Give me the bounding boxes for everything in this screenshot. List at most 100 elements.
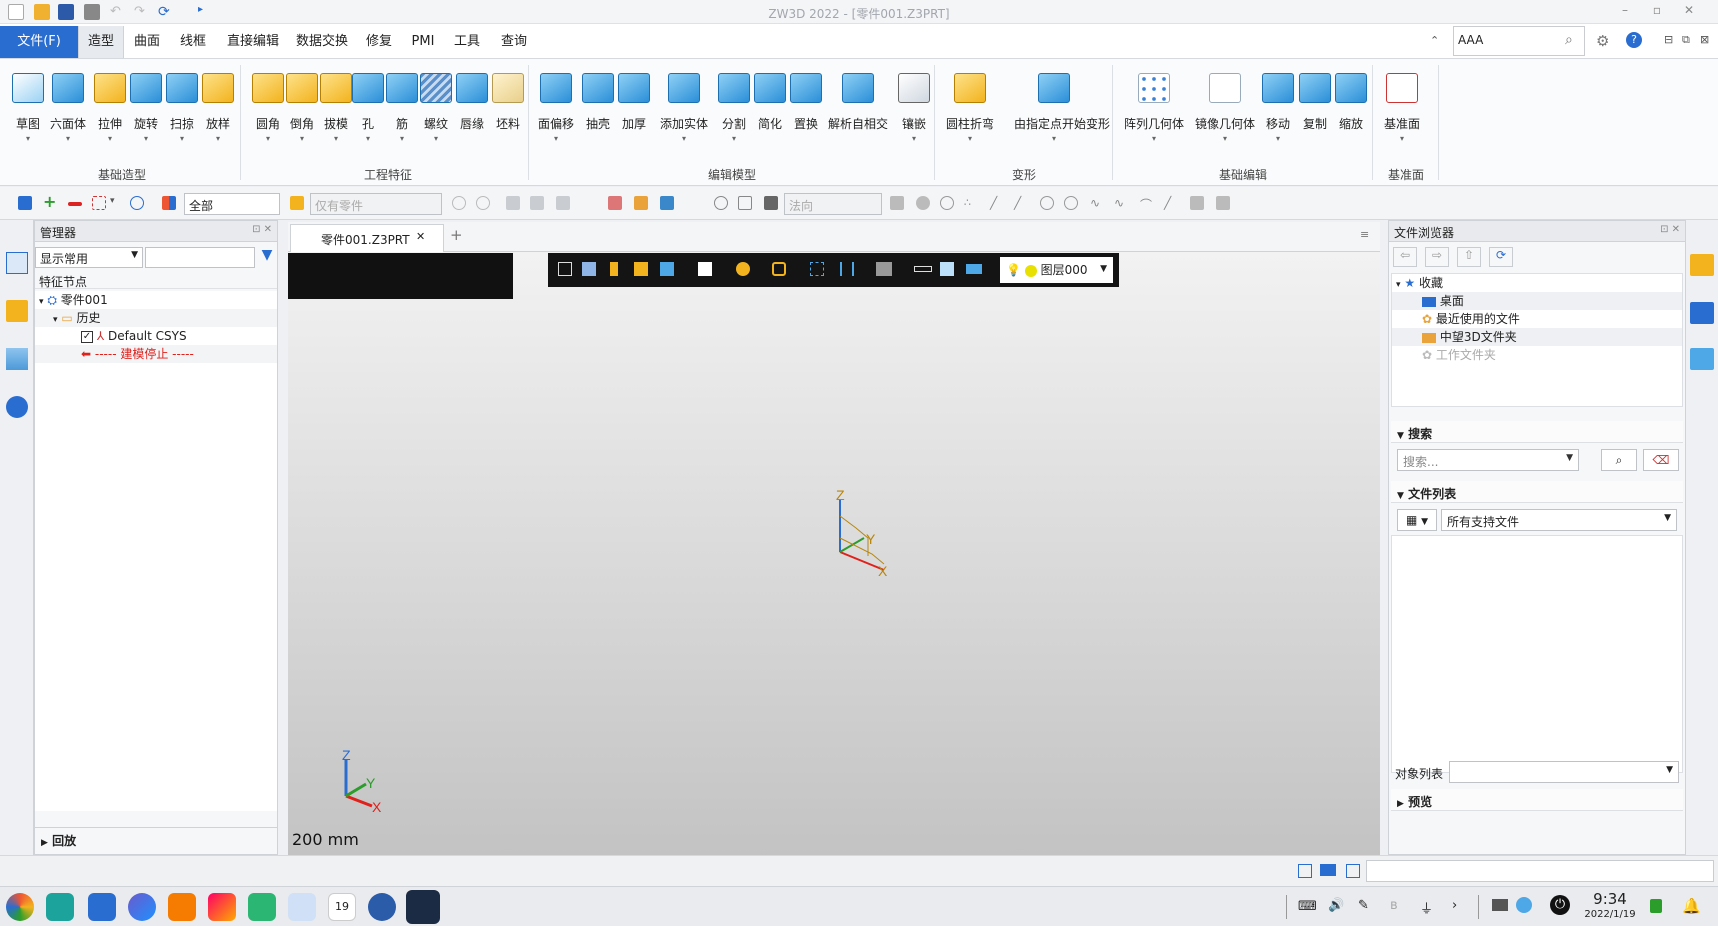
snap-icon[interactable]: [452, 196, 466, 210]
assembly-icon[interactable]: [6, 300, 28, 322]
minimize-button[interactable]: –: [1616, 3, 1634, 19]
split-button[interactable]: 分割 ▾: [714, 65, 754, 155]
power-icon[interactable]: ⏻: [1550, 895, 1570, 915]
zoom-box-icon[interactable]: [810, 262, 824, 276]
doc-close-icon[interactable]: ⊠: [1700, 33, 1709, 46]
replay-section[interactable]: ▶ 回放: [35, 827, 277, 851]
line-icon[interactable]: ╱: [990, 196, 1004, 210]
tree-row-zw3d-folder[interactable]: 中望3D文件夹: [1392, 328, 1682, 346]
view-manager-icon[interactable]: [6, 348, 28, 370]
launcher-icon[interactable]: [6, 893, 34, 921]
stop-icon[interactable]: [764, 196, 778, 210]
filter-icon[interactable]: [162, 196, 176, 210]
align-icon[interactable]: [506, 196, 520, 210]
measure-icon[interactable]: [738, 196, 752, 210]
filter-select[interactable]: 全部: [184, 193, 280, 215]
thicken-button[interactable]: 加厚: [614, 65, 654, 155]
settings-app-icon[interactable]: [368, 893, 396, 921]
simplify-button[interactable]: 简化: [750, 65, 790, 155]
tab-surface[interactable]: 曲面: [126, 26, 168, 58]
circle-icon[interactable]: [1064, 196, 1078, 210]
panel-close-icon[interactable]: ⊡ ✕: [252, 224, 272, 235]
tab-repair[interactable]: 修复: [358, 26, 400, 58]
add-tab-icon[interactable]: +: [450, 226, 463, 244]
refresh-icon[interactable]: ⟳: [1489, 247, 1513, 267]
tab-wireframe[interactable]: 线框: [172, 26, 214, 58]
tree-row-desktop[interactable]: 桌面: [1392, 292, 1682, 310]
surface-icon[interactable]: [1190, 196, 1204, 210]
desktop-app-icon[interactable]: [46, 893, 74, 921]
tab-direct-edit[interactable]: 直接编辑: [220, 26, 286, 58]
screen-icon[interactable]: [876, 262, 892, 276]
wave-icon[interactable]: ∿: [1090, 196, 1104, 210]
face-offset-button[interactable]: 面偏移 ▾: [536, 65, 576, 155]
funnel-icon[interactable]: ▼: [257, 247, 277, 268]
contacts-app-icon[interactable]: [288, 893, 316, 921]
file-menu-button[interactable]: 文件(F): [0, 26, 78, 58]
history-manager-icon[interactable]: [6, 252, 28, 274]
close-button[interactable]: ✕: [1680, 3, 1698, 19]
shell-button[interactable]: 抽壳: [578, 65, 618, 155]
tab-data-exchange[interactable]: 数据交换: [290, 26, 354, 58]
revolve-button[interactable]: 旋转 ▾: [126, 65, 166, 155]
extrude-button[interactable]: 拉伸 ▾: [90, 65, 130, 155]
exit-icon[interactable]: [558, 262, 572, 276]
tree-row-work-folder[interactable]: ✿ 工作文件夹: [1392, 346, 1682, 364]
emboss-button[interactable]: 镶嵌 ▾: [894, 65, 934, 155]
sweep-button[interactable]: 扫掠 ▾: [162, 65, 202, 155]
view-cube-icon[interactable]: [698, 262, 712, 276]
visibility-checkbox[interactable]: ✓: [81, 330, 93, 343]
render-icon[interactable]: [736, 262, 750, 276]
dimension-icon[interactable]: [840, 262, 854, 276]
music-app-icon[interactable]: [248, 893, 276, 921]
keyboard-icon[interactable]: ⌨: [1298, 899, 1317, 914]
shaded-icon[interactable]: [634, 262, 648, 276]
cursor-icon[interactable]: [890, 196, 904, 210]
clock-time[interactable]: 9:34: [1580, 890, 1640, 908]
tab-modeling[interactable]: 造型: [78, 26, 124, 58]
expand-tray-icon[interactable]: ›: [1452, 898, 1457, 913]
zw3d-app-icon[interactable]: [406, 890, 440, 924]
move-button[interactable]: 移动 ▾: [1258, 65, 1298, 155]
thread-button[interactable]: 螺纹 ▾: [416, 65, 456, 155]
history-icon[interactable]: [714, 196, 728, 210]
doc-restore-icon[interactable]: ⧉: [1682, 33, 1690, 47]
collapse-icon[interactable]: ▾: [53, 315, 58, 325]
spline-icon[interactable]: ∿: [1114, 196, 1128, 210]
mirror-geometry-button[interactable]: 镜像几何体 ▾: [1195, 65, 1255, 155]
rotate-snap-icon[interactable]: [476, 196, 490, 210]
dropdown-arrow-icon[interactable]: ▼: [1566, 453, 1573, 463]
usb-icon[interactable]: ⏚: [1420, 898, 1433, 917]
layer-select[interactable]: 💡 图层000 ▼: [1000, 257, 1113, 283]
box-button[interactable]: 六面体 ▾: [48, 65, 88, 155]
resolve-self-intersect-button[interactable]: 解析自相交: [828, 65, 888, 155]
file-type-select[interactable]: 所有支持文件 ▼: [1441, 509, 1677, 531]
tree-search-input[interactable]: [145, 247, 255, 268]
bluetooth-icon[interactable]: ʙ: [1390, 898, 1398, 913]
points-icon[interactable]: ∴: [964, 196, 978, 210]
display-mode-icon[interactable]: [582, 262, 596, 276]
file-browser-tab-icon[interactable]: [1690, 254, 1714, 276]
file-search-input[interactable]: 搜索... ▼: [1397, 449, 1579, 471]
part-filter-select[interactable]: 仅有零件: [310, 193, 442, 215]
layer-icon[interactable]: [660, 196, 674, 210]
list-icon[interactable]: [608, 196, 622, 210]
collapse-icon[interactable]: ▾: [1396, 280, 1401, 290]
clear-search-button[interactable]: ⌫: [1643, 449, 1679, 471]
pattern-geometry-button[interactable]: 阵列几何体 ▾: [1124, 65, 1184, 155]
stock-button[interactable]: 坯料: [488, 65, 528, 155]
file-list[interactable]: [1391, 535, 1683, 773]
calendar-app-icon[interactable]: 19: [328, 893, 356, 921]
datum-plane-button[interactable]: 基准面 ▾: [1382, 65, 1422, 155]
tab-pmi[interactable]: PMI: [404, 26, 442, 58]
browser-app-icon[interactable]: [128, 893, 156, 921]
copy-button[interactable]: 复制: [1295, 65, 1335, 155]
object-list-select[interactable]: ▼: [1449, 761, 1679, 783]
tree-row-favorites[interactable]: ▾ ★ 收藏: [1392, 274, 1682, 292]
align-center-icon[interactable]: [530, 196, 544, 210]
lasso-icon[interactable]: [130, 196, 144, 210]
up-folder-icon[interactable]: ⇧: [1457, 247, 1481, 267]
part-filter-icon[interactable]: [290, 196, 304, 210]
box-select-icon[interactable]: [92, 196, 106, 210]
input-method-icon[interactable]: [1492, 899, 1508, 911]
